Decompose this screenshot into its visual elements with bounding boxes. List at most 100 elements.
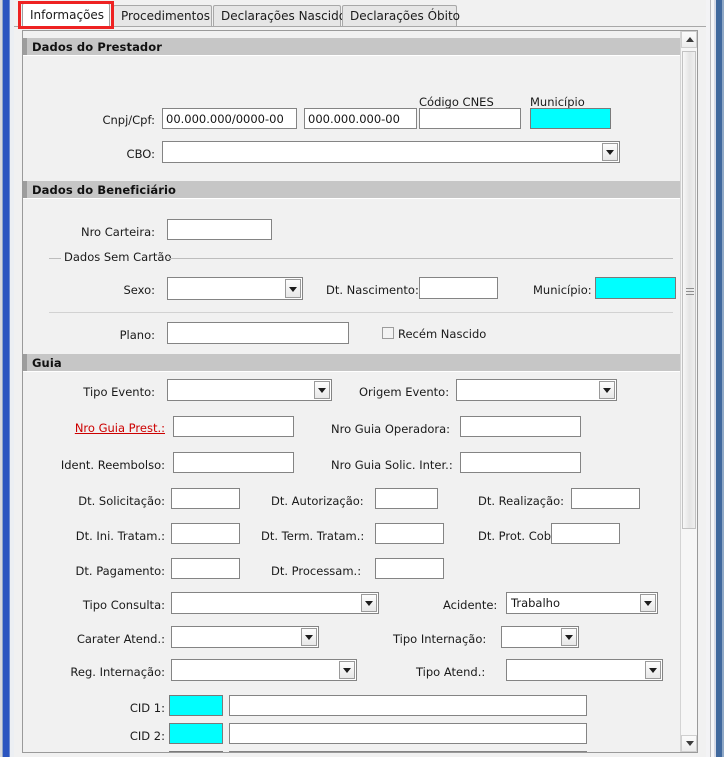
label-carater-atend: Carater Atend.: [76, 632, 165, 646]
screen: Informações Procedimentos Declarações Na… [0, 0, 724, 757]
cnpj-input[interactable] [162, 108, 297, 129]
cid-1-code-input[interactable] [169, 695, 223, 716]
label-recem-nascido: Recém Nascido [398, 327, 487, 341]
chevron-down-icon[interactable] [645, 661, 661, 679]
label-tipo-consulta: Tipo Consulta: [82, 598, 165, 612]
nro-guia-operadora-input[interactable] [460, 416, 581, 437]
chevron-down-icon[interactable] [314, 381, 330, 399]
tab-bar: Informações Procedimentos Declarações Na… [14, 0, 706, 30]
label-dt-realizacao: Dt. Realização: [478, 494, 565, 508]
tipo-evento-select[interactable] [167, 379, 332, 401]
cid-3-description-input[interactable] [229, 751, 587, 752]
label-tipo-evento: Tipo Evento: [83, 385, 155, 399]
acidente-select[interactable]: Trabalho [506, 592, 658, 614]
chevron-down-icon[interactable] [285, 279, 301, 298]
dt-term-tratam-input[interactable] [375, 523, 444, 544]
scroll-up-button[interactable] [681, 31, 697, 48]
dt-nascimento-input[interactable] [419, 277, 498, 299]
carater-atend-select[interactable] [171, 626, 319, 648]
section-header-beneficiario: Dados do Beneficiário [23, 181, 681, 199]
tipo-consulta-select[interactable] [171, 592, 379, 614]
groupbox-line-right [168, 258, 673, 259]
municipio-beneficiario-input[interactable] [595, 277, 676, 299]
cbo-select[interactable] [162, 141, 620, 163]
tab-procedimentos[interactable]: Procedimentos [113, 5, 212, 26]
label-dt-autorizacao: Dt. Autorização: [271, 494, 364, 508]
tab-declaracoes-nascido[interactable]: Declarações Nascido [213, 5, 346, 26]
label-tipo-internacao: Tipo Internação: [393, 632, 487, 646]
chevron-down-icon[interactable] [561, 628, 577, 646]
chevron-down-icon[interactable] [361, 594, 377, 612]
cid-2-code-input[interactable] [169, 723, 223, 744]
label-codigo-cnes: Código CNES [419, 95, 494, 109]
groupbox-title-dados-sem-cartao: Dados Sem Cartão [61, 250, 175, 264]
label-municipio-prestador: Município [530, 95, 585, 109]
tab-declaracoes-nascido-label: Declarações Nascido [221, 9, 347, 23]
section-header-guia: Guia [23, 354, 681, 372]
label-origem-evento: Origem Evento: [359, 385, 450, 399]
chevron-down-icon[interactable] [602, 143, 618, 161]
label-cnpj-cpf: Cnpj/Cpf: [102, 113, 155, 127]
scroll-down-button[interactable] [681, 735, 697, 752]
chevron-down-icon[interactable] [599, 381, 615, 399]
label-cbo: CBO: [126, 147, 155, 161]
municipio-prestador-input[interactable] [530, 108, 611, 129]
cid-1-description-input[interactable] [229, 695, 587, 716]
triangle-up-icon [686, 37, 694, 42]
form-scroll-pane: Dados do Prestador Cnpj/Cpf: Código CNES… [22, 30, 698, 753]
section-accent [23, 354, 27, 371]
label-dt-solicitacao: Dt. Solicitação: [78, 494, 165, 508]
label-ident-reembolso: Ident. Reembolso: [60, 458, 165, 472]
sexo-select[interactable] [167, 277, 303, 300]
section-title-beneficiario: Dados do Beneficiário [32, 183, 177, 197]
section-title-guia: Guia [32, 356, 62, 370]
label-dt-processam: Dt. Processam.: [271, 564, 362, 578]
dt-pagamento-input[interactable] [171, 558, 240, 579]
dt-ini-tratam-input[interactable] [171, 523, 240, 544]
chevron-down-icon[interactable] [301, 628, 317, 646]
nro-guia-solic-inter-input[interactable] [460, 452, 581, 473]
label-acidente: Acidente: [443, 598, 498, 612]
nro-guia-prest-input[interactable] [173, 416, 294, 437]
cid-3-code-input[interactable] [169, 751, 223, 752]
tipo-internacao-select[interactable] [501, 626, 579, 648]
plano-input[interactable] [167, 322, 349, 344]
label-dt-prot-cob: Dt. Prot. Cob.: [478, 529, 559, 543]
label-nro-guia-operadora: Nro Guia Operadora: [331, 422, 451, 436]
label-plano: Plano: [119, 328, 155, 342]
vertical-scrollbar[interactable] [680, 31, 697, 752]
dt-solicitacao-input[interactable] [171, 488, 240, 509]
section-accent [23, 38, 27, 55]
recem-nascido-checkbox[interactable] [382, 327, 394, 339]
label-nro-guia-solic-inter: Nro Guia Solic. Inter.: [331, 458, 453, 472]
cid-2-description-input[interactable] [229, 723, 587, 744]
label-dt-ini-tratam: Dt. Ini. Tratam.: [75, 529, 165, 543]
section-header-prestador: Dados do Prestador [23, 38, 681, 56]
reg-internacao-select[interactable] [171, 659, 357, 681]
tab-declaracoes-obito[interactable]: Declarações Óbito [342, 5, 461, 26]
nro-carteira-input[interactable] [167, 219, 272, 240]
tab-declaracoes-obito-label: Declarações Óbito [350, 9, 461, 23]
cpf-input[interactable] [304, 108, 417, 129]
tipo-atend-select[interactable] [506, 659, 663, 681]
dt-autorizacao-input[interactable] [375, 488, 438, 509]
dt-realizacao-input[interactable] [571, 488, 640, 509]
ident-reembolso-input[interactable] [173, 452, 294, 473]
application-window: Informações Procedimentos Declarações Na… [14, 0, 706, 757]
form-content: Dados do Prestador Cnpj/Cpf: Código CNES… [23, 31, 681, 752]
dt-prot-cob-input[interactable] [551, 523, 620, 544]
chevron-down-icon[interactable] [339, 661, 355, 679]
group-divider [49, 312, 673, 313]
scrollbar-thumb[interactable] [682, 51, 696, 529]
desktop-edge-left [0, 0, 14, 757]
section-title-prestador: Dados do Prestador [32, 40, 163, 54]
codigo-cnes-input[interactable] [419, 108, 521, 129]
origem-evento-select[interactable] [456, 379, 617, 401]
label-tipo-atend: Tipo Atend.: [416, 665, 486, 679]
tab-informacoes[interactable]: Informações [22, 3, 110, 27]
label-dt-term-tratam: Dt. Term. Tratam.: [261, 529, 365, 543]
label-nro-guia-prest: Nro Guia Prest.: [74, 421, 165, 435]
dt-processam-input[interactable] [375, 558, 444, 579]
chevron-down-icon[interactable] [640, 594, 656, 612]
label-reg-internacao: Reg. Internação: [70, 665, 165, 679]
